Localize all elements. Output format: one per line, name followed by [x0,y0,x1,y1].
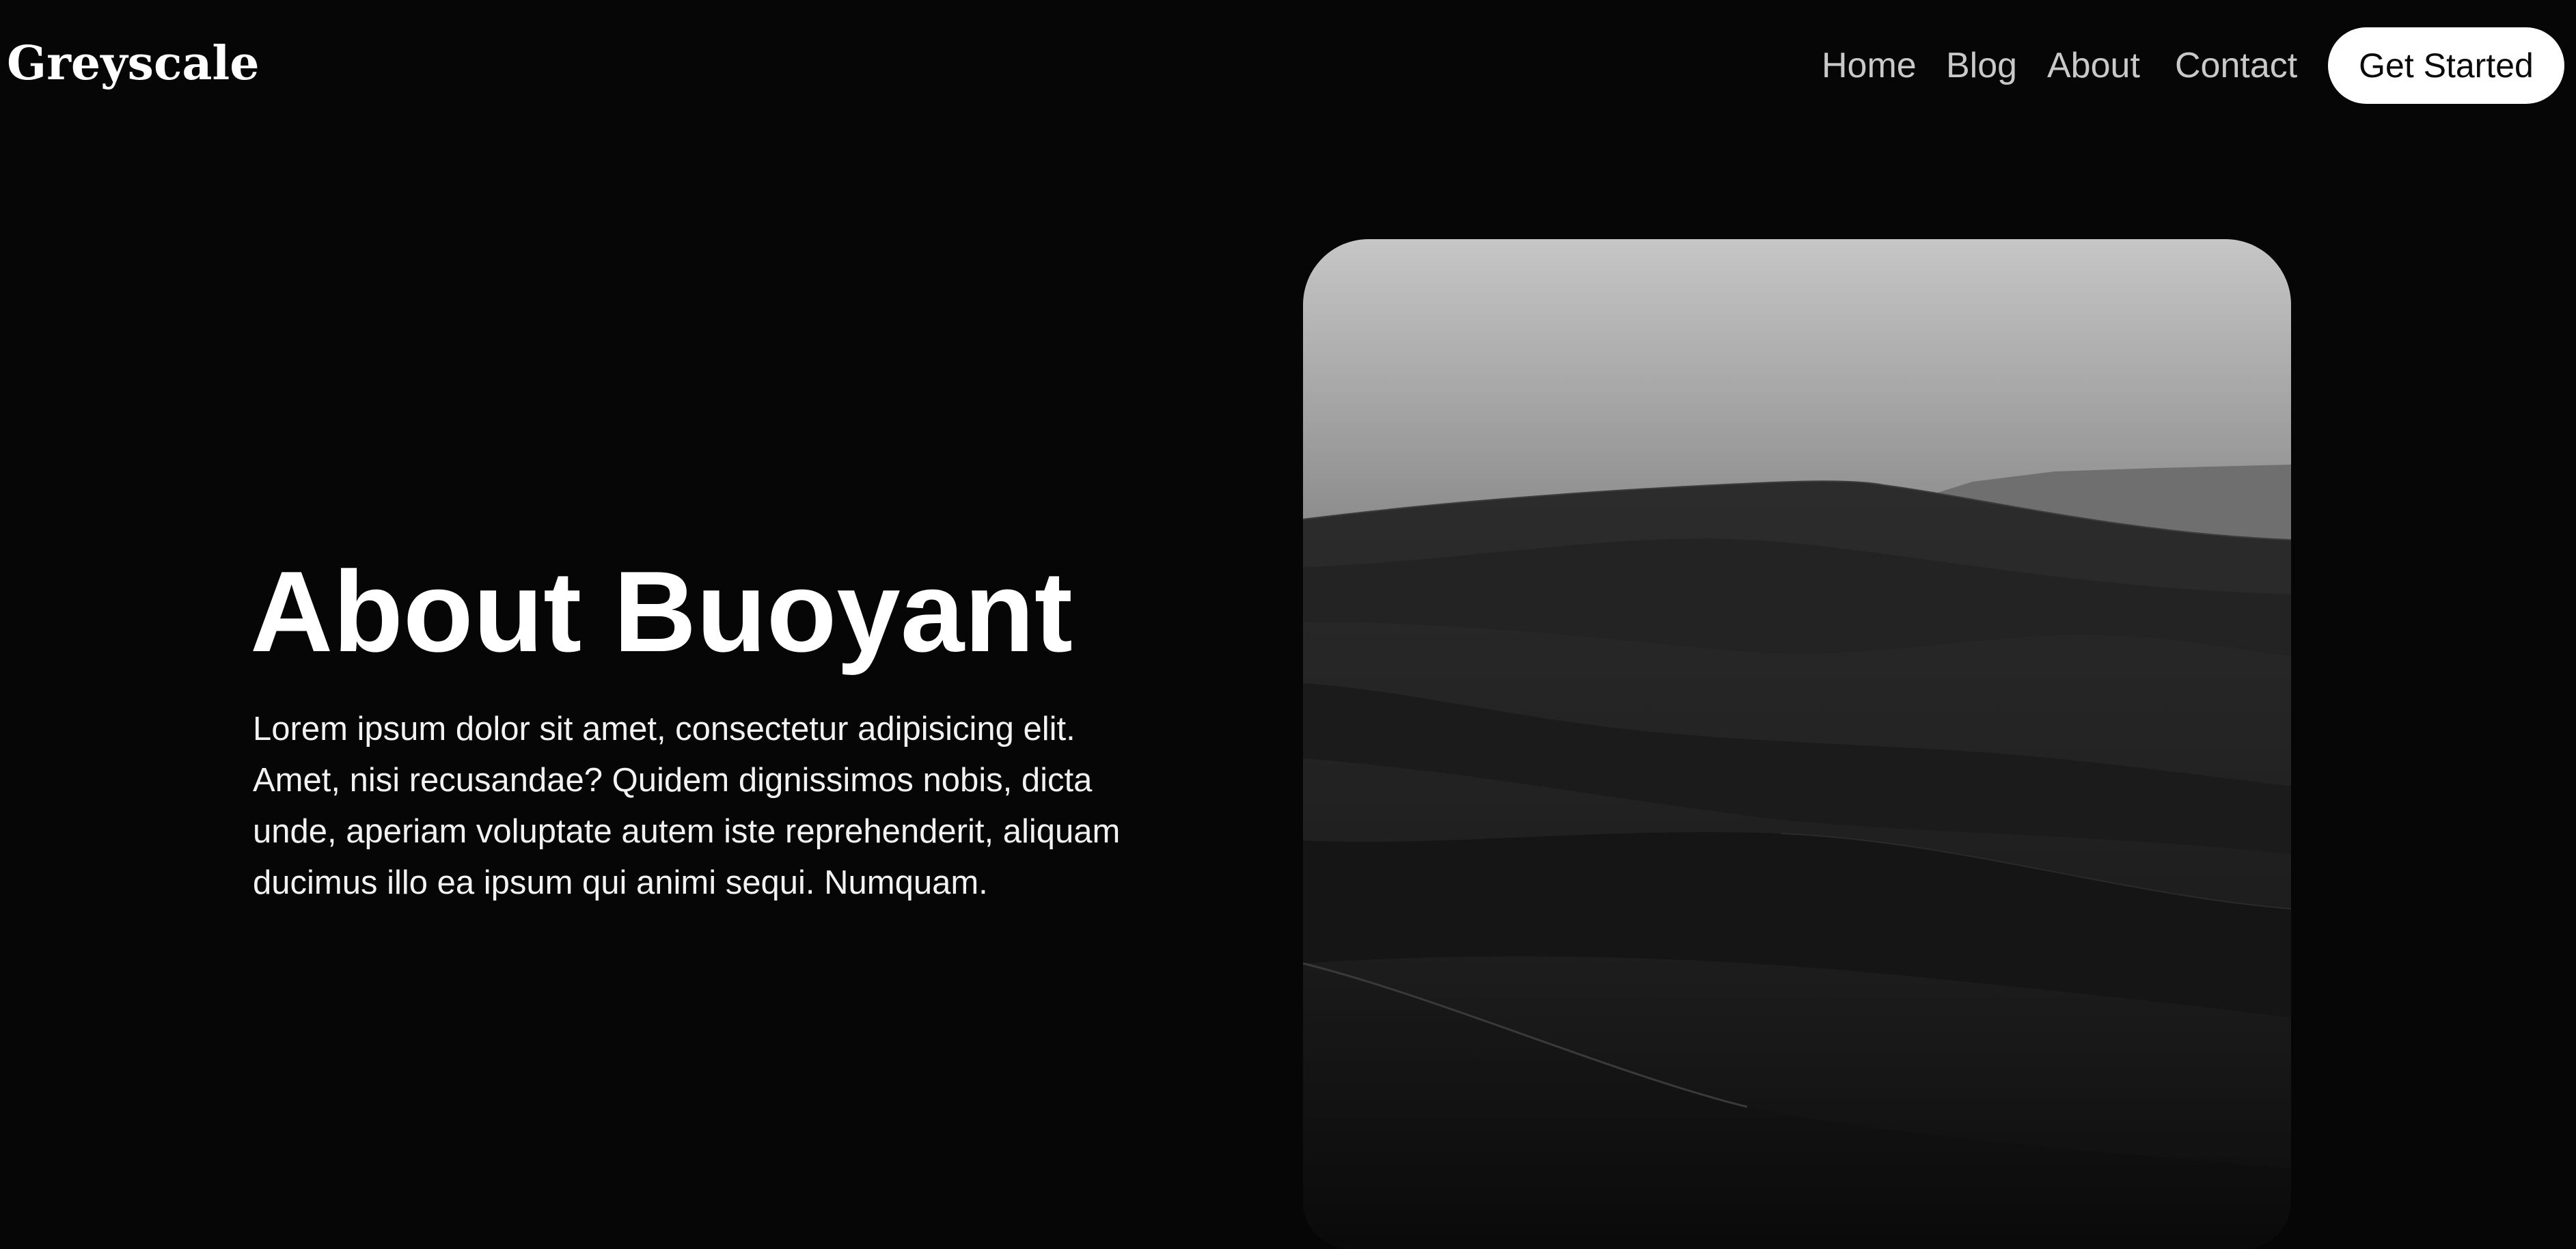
nav-link-home[interactable]: Home [1822,44,1917,87]
dunes-illustration [1303,239,2291,1249]
nav-link-blog[interactable]: Blog [1946,44,2017,87]
get-started-button[interactable]: Get Started [2328,27,2564,104]
desert-dunes-image [1303,239,2291,1249]
main-navigation: Home Blog About Contact Get Started [1790,27,2576,104]
hero-description: Lorem ipsum dolor sit amet, consectetur … [253,711,1121,901]
page-title: About Buoyant [250,547,1073,676]
site-logo[interactable]: Greyscale [7,33,260,94]
nav-link-contact[interactable]: Contact [2175,44,2297,87]
nav-link-about[interactable]: About [2047,44,2140,87]
